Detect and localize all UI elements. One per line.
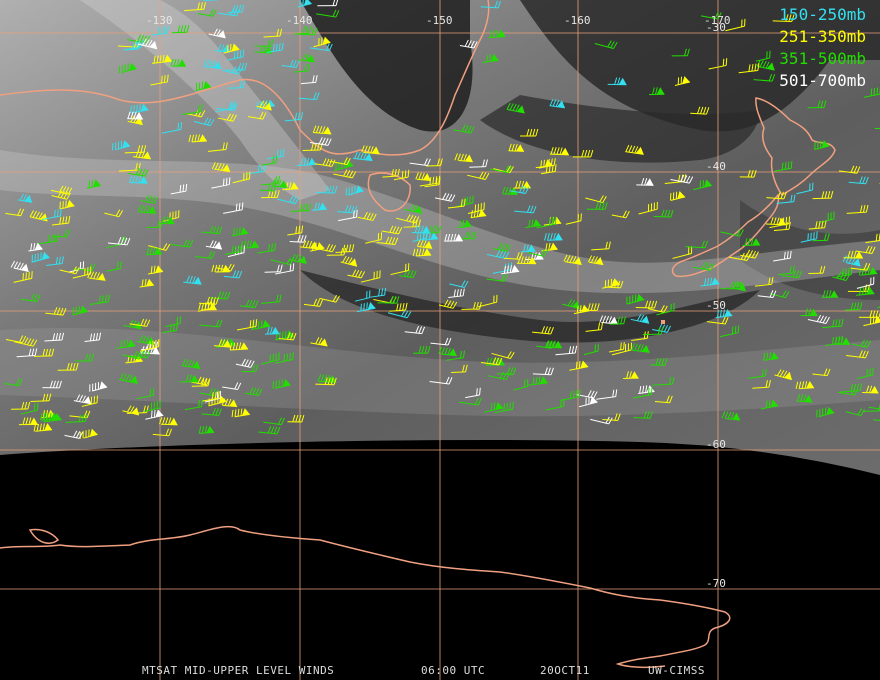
caption-date: 20OCT11	[540, 664, 590, 677]
island-speck	[661, 320, 665, 324]
longitude-label: -150	[426, 14, 453, 27]
antarctica-coastline	[0, 525, 731, 669]
latitude-label: -70	[706, 577, 726, 590]
longitude-label: -160	[564, 14, 591, 27]
caption-product: MTSAT MID-UPPER LEVEL WINDS	[142, 664, 335, 677]
antarctica-ice-shelf	[28, 528, 60, 544]
latitude-label: -30	[706, 21, 726, 34]
caption-time: 06:00 UTC	[421, 664, 486, 677]
legend-item-251-350: 251-350mb	[779, 27, 866, 46]
longitude-label: -140	[286, 14, 313, 27]
legend-item-150-250: 150-250mb	[779, 5, 866, 24]
latitude-label: -40	[706, 160, 726, 173]
caption-bar: MTSAT MID-UPPER LEVEL WINDS 06:00 UTC 20…	[0, 664, 880, 678]
longitude-label: -130	[146, 14, 173, 27]
caption-source: UW-CIMSS	[648, 664, 705, 677]
pressure-legend: 150-250mb 251-350mb 351-500mb 501-700mb	[779, 4, 866, 92]
legend-item-501-700: 501-700mb	[779, 71, 866, 90]
latitude-label: -50	[706, 299, 726, 312]
legend-item-351-500: 351-500mb	[779, 49, 866, 68]
latitude-label: -60	[706, 438, 726, 451]
water-vapor-wind-map: -130 -140 -150 -160 -170-30-40-50-60-70	[0, 0, 880, 680]
